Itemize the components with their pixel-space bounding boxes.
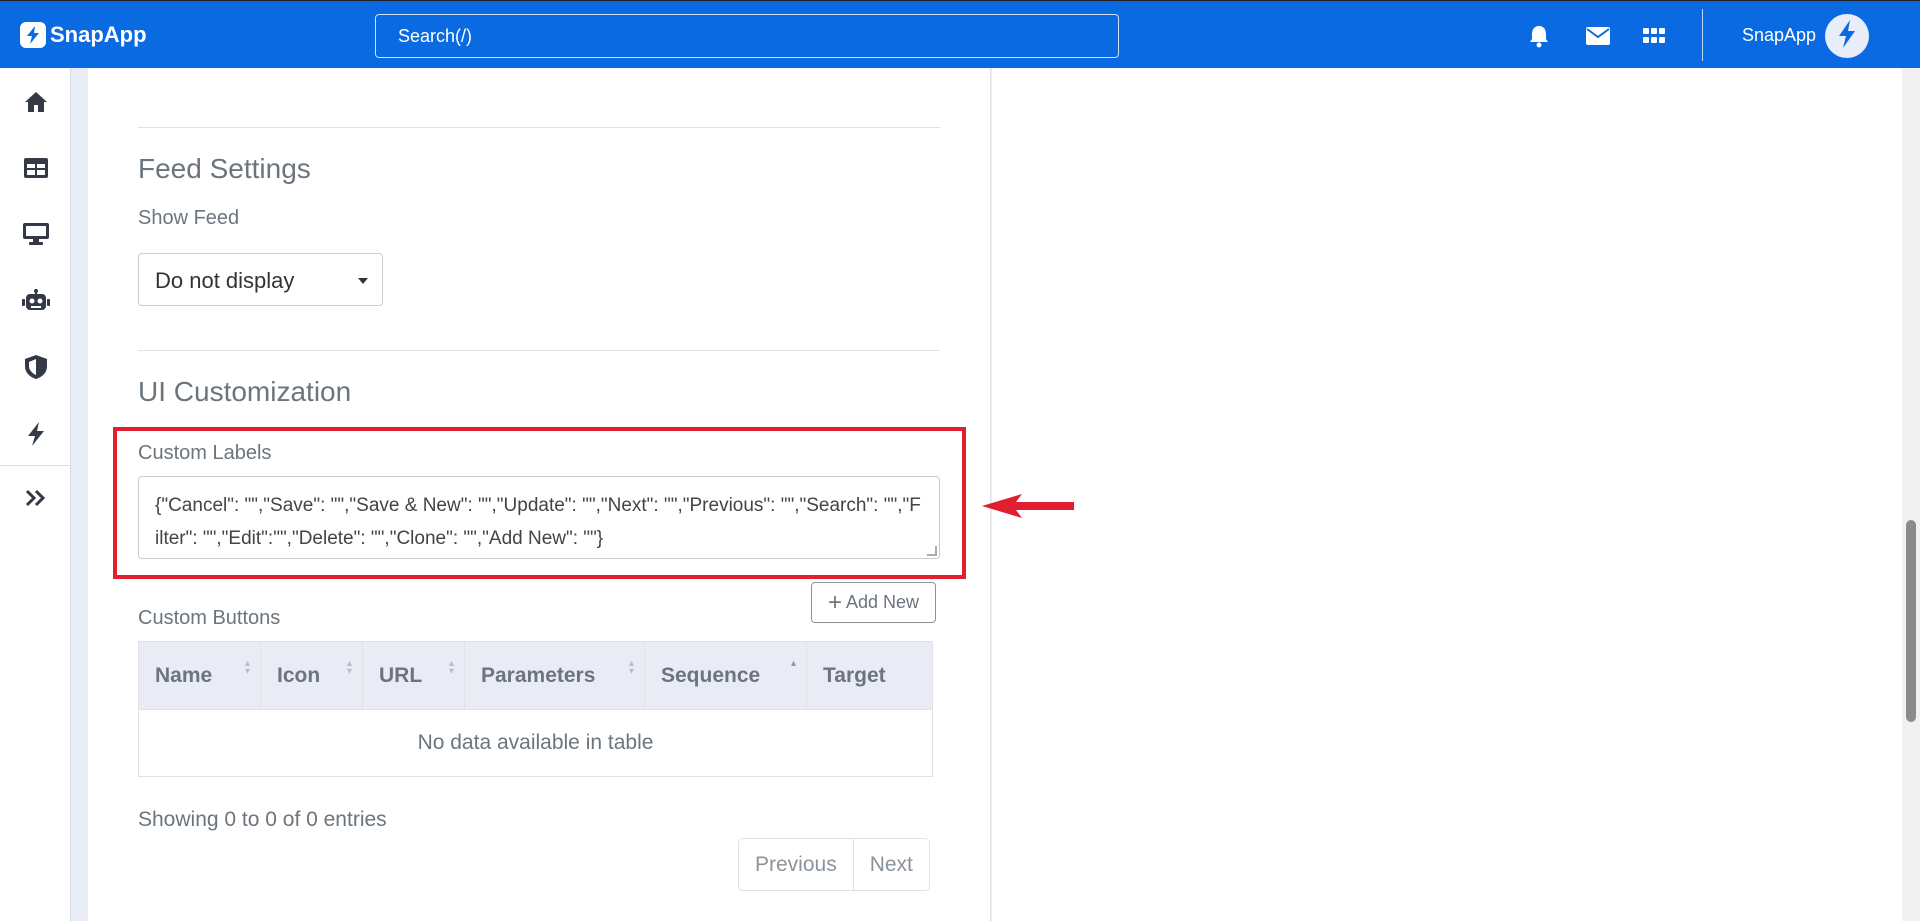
- section-divider: [138, 127, 940, 128]
- show-feed-select[interactable]: Do not display: [138, 253, 383, 306]
- table-icon[interactable]: [0, 146, 71, 190]
- robot-icon[interactable]: [0, 279, 71, 323]
- show-feed-label: Show Feed: [138, 207, 240, 229]
- column-header-parameters[interactable]: Parameters ▴ ▾: [465, 642, 645, 709]
- bolt-icon: [1838, 19, 1856, 53]
- bolt-icon[interactable]: [0, 412, 71, 456]
- custom-buttons-label: Custom Buttons: [138, 607, 281, 629]
- sidebar-divider: [0, 465, 71, 466]
- section-divider: [138, 350, 940, 351]
- sort-icon: ▴ ▾: [628, 658, 634, 677]
- table-info: Showing 0 to 0 of 0 entries: [138, 808, 387, 831]
- column-header-sequence[interactable]: Sequence ▴: [645, 642, 807, 709]
- column-header-target[interactable]: Target: [807, 642, 932, 709]
- column-header-icon[interactable]: Icon ▴ ▾: [261, 642, 363, 709]
- add-new-button[interactable]: + Add New: [811, 582, 936, 623]
- custom-labels-textarea[interactable]: {"Cancel": "","Save": "","Save & New": "…: [138, 476, 940, 559]
- table-empty-row: No data available in table: [139, 709, 932, 776]
- top-navbar: SnapApp Search(/) SnapApp: [0, 0, 1920, 68]
- bolt-logo-icon: [20, 22, 46, 48]
- global-search-input[interactable]: Search(/): [375, 14, 1119, 58]
- mail-icon[interactable]: [1585, 23, 1611, 49]
- show-feed-value: Do not display: [155, 268, 295, 293]
- user-name[interactable]: SnapApp: [1742, 25, 1816, 46]
- sort-asc-icon: ▴: [790, 658, 796, 669]
- scrollbar-track[interactable]: [1902, 68, 1920, 921]
- add-new-label: Add New: [845, 592, 920, 612]
- plus-icon: +: [827, 588, 842, 616]
- sidebar: [0, 68, 71, 921]
- home-icon[interactable]: [0, 80, 71, 124]
- search-placeholder: Search(/): [398, 26, 473, 46]
- apps-grid-icon[interactable]: [1641, 23, 1667, 49]
- custom-labels-value: {"Cancel": "","Save": "","Save & New": "…: [155, 495, 921, 549]
- sort-icon: ▴ ▾: [346, 658, 352, 677]
- sort-icon: ▴ ▾: [244, 658, 250, 677]
- brand-logo[interactable]: SnapApp: [20, 22, 147, 48]
- caret-down-icon: [358, 278, 368, 284]
- header-divider: [1702, 9, 1703, 61]
- previous-page-button[interactable]: Previous: [739, 839, 853, 890]
- monitor-icon[interactable]: [0, 212, 71, 256]
- shield-icon[interactable]: [0, 345, 71, 389]
- resize-handle-icon[interactable]: [927, 546, 937, 556]
- feed-settings-title: Feed Settings: [138, 153, 311, 184]
- sort-icon: ▴ ▾: [448, 658, 454, 677]
- custom-labels-label: Custom Labels: [138, 442, 272, 464]
- column-header-name[interactable]: Name ▴ ▾: [139, 642, 261, 709]
- ui-customization-title: UI Customization: [138, 376, 352, 407]
- annotation-arrow-icon: [982, 494, 1074, 518]
- brand-name: SnapApp: [50, 22, 147, 47]
- user-avatar[interactable]: [1825, 14, 1869, 58]
- preview-panel: [992, 68, 1902, 921]
- column-header-url[interactable]: URL ▴ ▾: [363, 642, 465, 709]
- pagination: Previous Next: [738, 838, 930, 891]
- expand-chevrons-icon[interactable]: [0, 476, 71, 520]
- table-header: Name ▴ ▾ Icon ▴ ▾ URL ▴ ▾ Parameters ▴ ▾ Sequenc…: [139, 642, 932, 709]
- bell-icon[interactable]: [1526, 23, 1552, 49]
- scrollbar-thumb[interactable]: [1906, 520, 1916, 722]
- next-page-button[interactable]: Next: [852, 839, 929, 890]
- custom-buttons-table: Name ▴ ▾ Icon ▴ ▾ URL ▴ ▾ Parameters ▴ ▾ Sequenc…: [138, 641, 933, 777]
